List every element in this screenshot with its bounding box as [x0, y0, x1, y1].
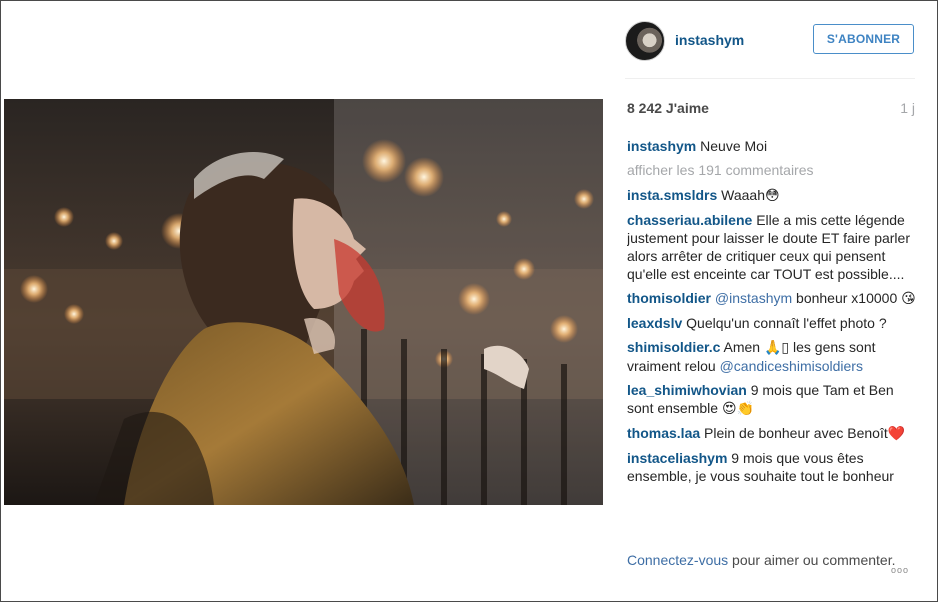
comment-text: bonheur x10000 [792, 290, 902, 306]
comment-item: chasseriau.abilene Elle a mis cette lége… [627, 211, 917, 283]
comment-username[interactable]: lea_shimiwhovian [627, 382, 747, 398]
comment-username[interactable]: instaceliashym [627, 450, 727, 466]
comment-text: Quelqu'un connaît l'effet photo ? [686, 315, 887, 331]
login-prompt: Connectez-vous pour aimer ou commenter. [627, 551, 917, 591]
comment-username[interactable]: chasseriau.abilene [627, 212, 752, 228]
view-all-comments-link[interactable]: afficher les 191 commentaires [627, 161, 917, 179]
comment-text: Plein de bonheur avec Benoît [704, 425, 888, 441]
photo-column [2, 2, 603, 601]
login-link[interactable]: Connectez-vous [627, 552, 728, 568]
heart-emoji-icon: ❤️ [887, 426, 906, 442]
follow-button[interactable]: S'ABONNER [813, 24, 914, 54]
comment-item: insta.smsldrs Waaah😳 [627, 186, 917, 205]
comment-item: instaceliashym 9 mois que vous êtes ense… [627, 449, 917, 485]
comment-username[interactable]: leaxdslv [627, 315, 682, 331]
caption-text: Neuve Moi [700, 138, 768, 154]
post-header: instashym S'ABONNER [625, 18, 915, 79]
comment-item: lea_shimiwhovian 9 mois que Tam et Ben s… [627, 381, 917, 418]
comment-username[interactable]: insta.smsldrs [627, 187, 717, 203]
post-time[interactable]: 1 j [900, 100, 915, 116]
caption-username[interactable]: instashym [627, 138, 696, 154]
comment-mention[interactable]: @candiceshimisoldiers [720, 358, 863, 374]
kiss-emoji-icon: 😘 [901, 291, 916, 307]
post-photo[interactable] [4, 99, 603, 505]
likes-row: 8 242 J'aime 1 j [627, 100, 915, 120]
comment-username[interactable]: thomisoldier [627, 290, 711, 306]
caption: instashym Neuve Moi [627, 137, 917, 155]
comment-text-before: Amen [723, 339, 764, 355]
avatar[interactable] [625, 21, 665, 61]
heart-eyes-clap-emoji-icon: 😍👏 [721, 401, 754, 417]
flushed-emoji-icon: 😳 [765, 188, 780, 204]
likes-count[interactable]: 8 242 J'aime [627, 100, 709, 116]
comments-list: instashym Neuve Moi afficher les 191 com… [627, 137, 917, 537]
comment-username[interactable]: thomas.laa [627, 425, 700, 441]
pray-emoji-icon: 🙏▯ [763, 340, 790, 356]
post-sidebar: instashym S'ABONNER 8 242 J'aime 1 j ins… [603, 2, 937, 601]
comment-item: thomas.laa Plein de bonheur avec Benoît❤… [627, 424, 917, 443]
comment-item: thomisoldier @instashym bonheur x10000 😘 [627, 289, 917, 308]
login-prompt-text: pour aimer ou commenter. [728, 552, 896, 568]
post-frame: instashym S'ABONNER 8 242 J'aime 1 j ins… [0, 0, 938, 602]
comment-item: leaxdslv Quelqu'un connaît l'effet photo… [627, 314, 917, 332]
comment-mention[interactable]: @instashym [715, 290, 792, 306]
more-options-icon[interactable]: ooo [891, 565, 909, 575]
photo-image [4, 99, 603, 505]
comment-item: shimisoldier.c Amen 🙏▯ les gens sont vra… [627, 338, 917, 375]
header-username[interactable]: instashym [675, 32, 744, 48]
comment-username[interactable]: shimisoldier.c [627, 339, 720, 355]
comment-text: Waaah [721, 187, 765, 203]
